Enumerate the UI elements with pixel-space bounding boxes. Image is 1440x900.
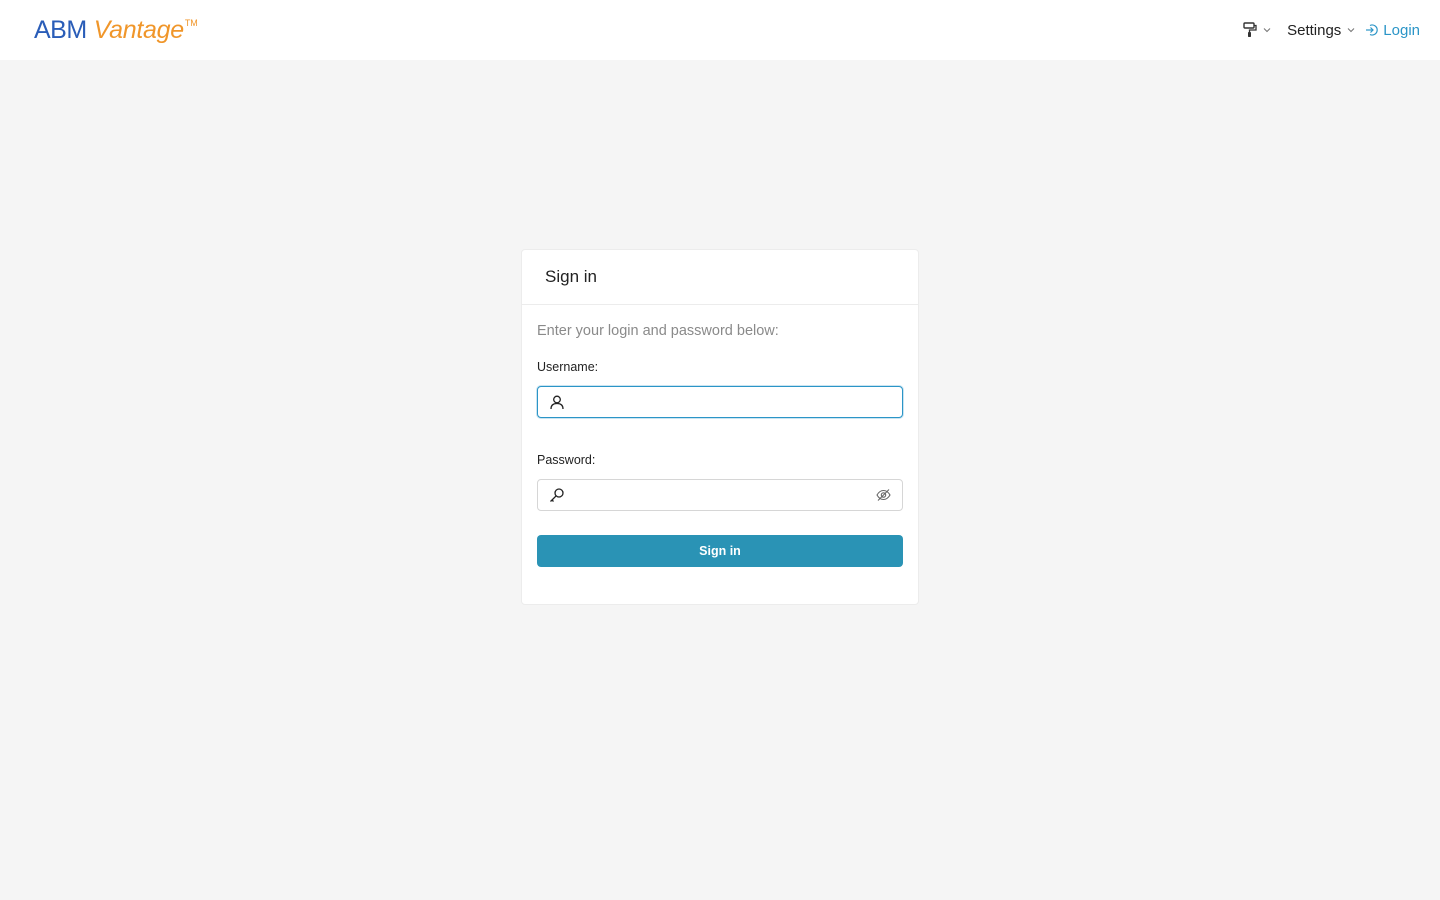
settings-label: Settings: [1287, 21, 1342, 39]
user-icon: [550, 395, 564, 410]
brand-trademark: TM: [184, 18, 198, 28]
card-subtitle: Enter your login and password below:: [537, 323, 779, 339]
card-body: Enter your login and password below: Use…: [522, 305, 918, 567]
chevron-down-icon: [1347, 28, 1355, 33]
username-label: Username:: [537, 360, 599, 374]
key-icon: [550, 488, 564, 502]
sign-in-card: Sign in Enter your login and password be…: [521, 249, 919, 605]
login-link[interactable]: Login: [1365, 22, 1420, 39]
sign-in-button[interactable]: Sign in: [537, 535, 903, 567]
card-title: Sign in: [545, 267, 597, 286]
top-bar: ABM Vantage TM Settings Login: [0, 0, 1440, 60]
theme-dropdown[interactable]: [1243, 22, 1271, 38]
chevron-down-icon: [1263, 28, 1271, 33]
brand-vantage-text: Vantage: [93, 16, 184, 44]
brand-logo[interactable]: ABM Vantage TM: [34, 15, 198, 45]
password-field[interactable]: [537, 479, 903, 511]
paint-roller-icon: [1243, 22, 1257, 37]
top-nav: Settings Login: [1243, 0, 1420, 60]
card-header: Sign in: [522, 250, 918, 305]
login-icon: [1366, 24, 1378, 36]
settings-dropdown[interactable]: Settings: [1287, 22, 1355, 39]
brand-abm-text: ABM: [34, 16, 87, 44]
username-field[interactable]: [537, 386, 903, 418]
password-label: Password:: [537, 453, 596, 467]
username-input[interactable]: [572, 387, 872, 417]
password-input[interactable]: [572, 480, 872, 510]
eye-off-icon[interactable]: [876, 488, 891, 502]
login-label: Login: [1383, 21, 1420, 39]
